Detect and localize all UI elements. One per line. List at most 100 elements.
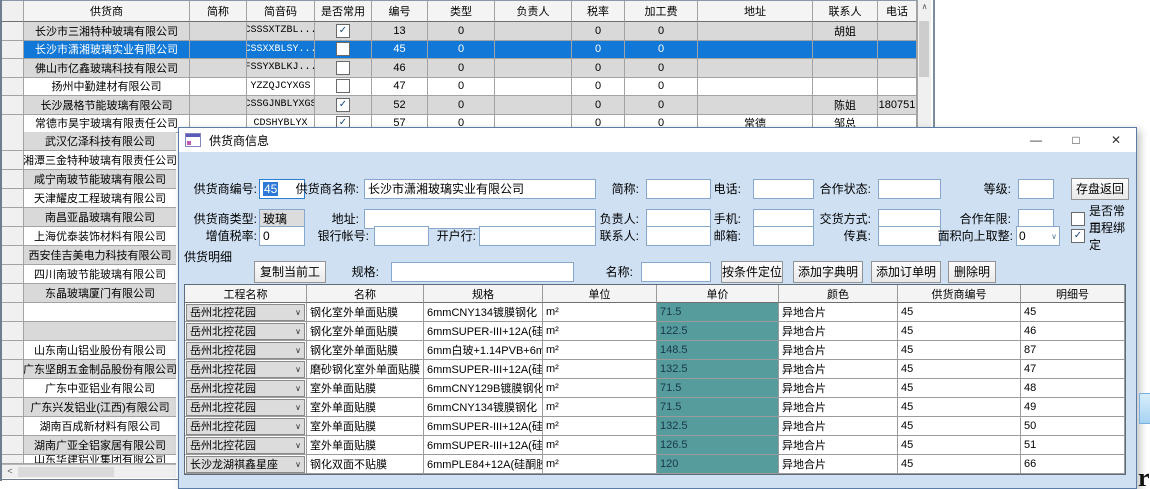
list-item[interactable]: 湖南百成新材料有限公司 (2, 417, 176, 436)
scrollbar-thumb[interactable] (18, 467, 114, 477)
cell-manager (495, 41, 572, 60)
list-item[interactable]: 山东南山铝业股份有限公司 (2, 341, 176, 360)
list-item[interactable]: 东晶玻璃厦门有限公司 (2, 284, 176, 303)
phone-input[interactable] (753, 179, 814, 199)
list-item[interactable]: 广东中亚铝业有限公司 (2, 379, 176, 398)
round-up-combobox[interactable]: 0 ∨ (1016, 226, 1060, 246)
cell-addr (698, 41, 813, 60)
cell-price: 120 (657, 455, 779, 474)
checkbox[interactable]: ✓ (336, 98, 350, 112)
col-fee: 加工费 (625, 1, 698, 22)
project-binding-checkbox[interactable]: ✓ 工程绑定 (1071, 226, 1136, 246)
cell-common: ✓ (315, 96, 372, 115)
cell-detail-no: 51 (1021, 436, 1125, 455)
cell-type: 0 (428, 59, 495, 78)
list-item[interactable]: 西安佳吉美电力科技有限公司 (2, 246, 176, 265)
list-item[interactable]: 咸宁南玻节能玻璃有限公司 (2, 170, 176, 189)
cell-color: 异地合片 (779, 436, 898, 455)
spec-filter-input[interactable] (391, 262, 574, 282)
table-vertical-scrollbar[interactable]: ∧ (917, 0, 931, 127)
cell-unit: m² (543, 379, 657, 398)
cell-common (315, 41, 372, 60)
email-input[interactable] (753, 226, 814, 246)
bank-label: 开户行: (426, 226, 476, 246)
list-item-clipped[interactable]: 山东华建铝业集团有限公司 (2, 455, 176, 464)
locate-by-condition-button[interactable]: 按条件定位 (721, 261, 783, 283)
cell-detail-no: 66 (1021, 455, 1125, 474)
checkbox[interactable]: ✓ (1071, 229, 1085, 243)
save-return-button[interactable]: 存盘返回 (1071, 178, 1129, 200)
cell-manager (495, 78, 572, 97)
list-item[interactable]: 广东坚朗五金制品股份有限公司 (2, 360, 176, 379)
cell-name: 室外单面贴膜 (307, 379, 424, 398)
project-combobox[interactable]: 岳州北控花园∨ (186, 361, 305, 378)
scroll-up-icon[interactable]: ∧ (918, 0, 931, 14)
project-combobox[interactable]: 岳州北控花园∨ (186, 304, 305, 321)
cell-abbr (190, 41, 247, 60)
scroll-left-icon[interactable]: < (4, 465, 16, 478)
add-order-detail-button[interactable]: 添加订单明细 (871, 261, 941, 283)
chevron-down-icon: ∨ (295, 365, 301, 374)
cell-abbr (190, 96, 247, 115)
round-up-label: 面积向上取整: (928, 226, 1013, 246)
fax-label: 传真: (826, 226, 871, 246)
project-combobox[interactable]: 岳州北控花园∨ (186, 342, 305, 359)
list-item[interactable]: 广东兴发铝业(江西)有限公司 (2, 398, 176, 417)
row-header-cell (2, 59, 24, 78)
list-item[interactable]: 南昌亚晶玻璃有限公司 (2, 208, 176, 227)
minimize-button[interactable]: — (1016, 128, 1056, 152)
project-combobox[interactable]: 岳州北控花园∨ (186, 418, 305, 435)
checkbox[interactable] (336, 61, 350, 75)
cell-fee: 0 (625, 22, 698, 41)
list-item-empty[interactable] (2, 303, 176, 322)
list-item[interactable]: 天津耀皮工程玻璃有限公司 (2, 189, 176, 208)
coop-status-input[interactable] (878, 179, 941, 199)
cell-name: 佛山市亿鑫玻璃科技有限公司 (24, 59, 190, 78)
list-item[interactable]: 四川南玻节能玻璃有限公司 (2, 265, 176, 284)
list-item-label (24, 322, 176, 341)
supplier-name-input[interactable]: 长沙市潇湘玻璃实业有限公司 (364, 179, 596, 199)
table-horizontal-scrollbar[interactable]: < (2, 464, 176, 478)
close-button[interactable]: ✕ (1096, 128, 1136, 152)
cell-name: 长沙市三湘特种玻璃有限公司 (24, 22, 190, 41)
checkbox[interactable] (336, 79, 350, 93)
cell-contact (813, 78, 878, 97)
maximize-button[interactable]: □ (1056, 128, 1096, 152)
checkbox[interactable] (1071, 212, 1085, 226)
grade-input[interactable] (1018, 179, 1054, 199)
cell-abbr (190, 78, 247, 97)
project-combobox[interactable]: 岳州北控花园∨ (186, 323, 305, 340)
bank-input[interactable] (479, 226, 596, 246)
cell-project: 长沙龙湖祺鑫星座∨ (185, 455, 307, 474)
project-combobox[interactable]: 岳州北控花园∨ (186, 380, 305, 397)
project-combobox[interactable]: 长沙龙湖祺鑫星座∨ (186, 456, 305, 473)
add-dictionary-detail-button[interactable]: 添加字典明细 (793, 261, 863, 283)
cell-common (315, 78, 372, 97)
cell-color: 异地合片 (779, 303, 898, 322)
list-item-empty[interactable] (2, 322, 176, 341)
row-header-cell (2, 22, 24, 41)
list-item-label: 广东中亚铝业有限公司 (24, 379, 176, 398)
list-item[interactable]: 湘潭三金特种玻璃有限责任公司 (2, 151, 176, 170)
cell-price: 71.5 (657, 398, 779, 417)
chevron-down-icon: ∨ (295, 327, 301, 336)
list-item[interactable]: 湖南广亚全铝家居有限公司 (2, 436, 176, 455)
checkbox[interactable] (336, 42, 350, 56)
project-combobox[interactable]: 岳州北控花园∨ (186, 437, 305, 454)
list-item[interactable]: 武汉亿泽科技有限公司 (2, 132, 176, 151)
chevron-down-icon: ∨ (295, 384, 301, 393)
project-combobox[interactable]: 岳州北控花园∨ (186, 399, 305, 416)
name-filter-input[interactable] (641, 262, 711, 282)
cell-abbr (190, 59, 247, 78)
list-item[interactable]: 上海优泰装饰材料有限公司 (2, 227, 176, 246)
col-supplier-no: 供货商编号 (898, 285, 1021, 303)
copy-current-project-button[interactable]: 复制当前工程 (254, 261, 326, 283)
bank-account-input[interactable] (374, 226, 429, 246)
checkbox[interactable]: ✓ (336, 24, 350, 38)
cell-project: 岳州北控花园∨ (185, 417, 307, 436)
dialog-titlebar[interactable]: 供货商信息 — □ ✕ (179, 128, 1136, 152)
vat-input[interactable]: 0 (259, 226, 305, 246)
cell-detail-no: 48 (1021, 379, 1125, 398)
delete-detail-button[interactable]: 删除明细 (948, 261, 996, 283)
scrollbar-thumb[interactable] (919, 21, 929, 77)
